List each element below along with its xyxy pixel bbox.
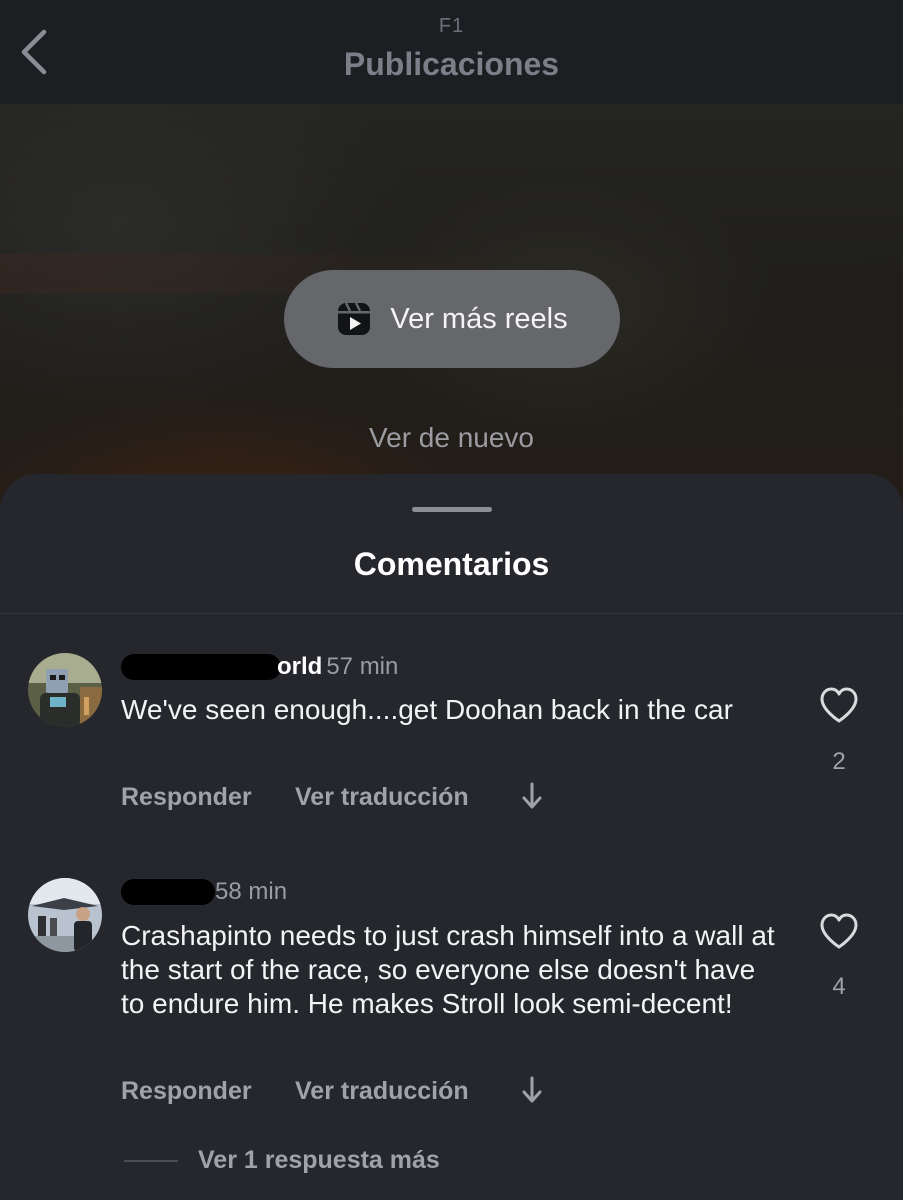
page-title: Publicaciones (343, 46, 560, 82)
reels-icon (338, 302, 371, 335)
view-more-replies-label[interactable]: Ver 1 respuesta más (198, 1146, 440, 1175)
comment-text: We've seen enough....get Doohan back in … (121, 694, 733, 725)
translate-button[interactable]: Ver traducción (295, 1077, 469, 1106)
comment-meta: 58 min (121, 878, 287, 906)
comment-text: Crashapinto needs to just crash himself … (121, 920, 775, 1019)
arrow-down-icon (522, 1076, 542, 1103)
avatar[interactable] (28, 878, 102, 952)
replay-link[interactable]: Ver de nuevo (0, 422, 903, 454)
like-button[interactable] (818, 686, 860, 724)
comments-sheet: Comentarios orld 57 min We've seen enough… (0, 474, 903, 1200)
username[interactable]: orld (277, 653, 322, 680)
like-count: 4 (832, 973, 846, 1000)
comment-time: 58 min (215, 878, 288, 905)
sort-down-button[interactable] (521, 781, 543, 818)
comment-meta: orld 57 min (121, 653, 398, 681)
arrow-down-icon (522, 782, 542, 809)
account-name: F1 (438, 15, 465, 37)
see-more-reels-label: Ver más reels (390, 302, 568, 335)
top-bar: F1 Publicaciones (0, 0, 903, 104)
like-button[interactable] (818, 912, 860, 950)
redacted-username (121, 879, 215, 905)
heart-icon (820, 913, 858, 949)
reel-video-area[interactable]: Ver más reels Ver de nuevo (0, 104, 903, 524)
sheet-drag-handle[interactable] (412, 507, 492, 512)
redacted-username (121, 654, 281, 680)
avatar[interactable] (28, 653, 102, 727)
comments-title: Comentarios (353, 546, 550, 582)
divider (0, 613, 903, 614)
comment-time: 57 min (326, 653, 399, 680)
sort-down-button[interactable] (521, 1075, 543, 1112)
like-count: 2 (832, 748, 846, 775)
see-more-reels-button[interactable]: Ver más reels (284, 270, 620, 368)
heart-icon (820, 687, 858, 723)
translate-button[interactable]: Ver traducción (295, 783, 469, 812)
reply-button[interactable]: Responder (121, 783, 252, 812)
reply-button[interactable]: Responder (121, 1077, 252, 1106)
thread-line (124, 1160, 178, 1162)
